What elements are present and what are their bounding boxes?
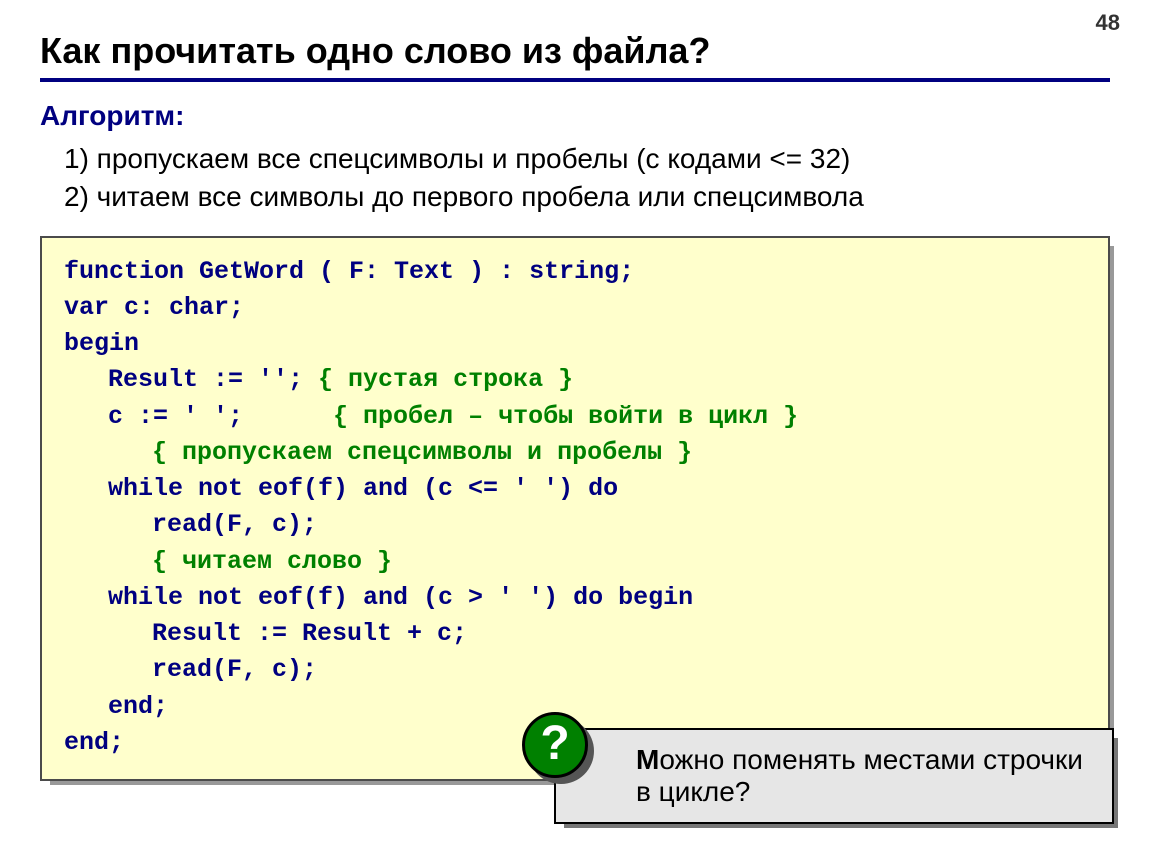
title-underline	[40, 78, 1110, 82]
code-line: while not eof(f) and (c <= ' ') do	[64, 471, 1086, 507]
algo-list: 1) пропускаем все спецсимволы и пробелы …	[64, 140, 1110, 216]
callout-bold: М	[636, 744, 659, 775]
code-box: function GetWord ( F: Text ) : string; v…	[40, 236, 1110, 782]
code-line: begin	[64, 326, 1086, 362]
question-mark-icon: ?	[522, 712, 588, 778]
code-comment: { пробел – чтобы войти в цикл }	[333, 402, 798, 431]
callout-box: ? Можно поменять местами строчки в цикле…	[554, 728, 1114, 824]
code-comment: { пропускаем спецсимволы и пробелы }	[64, 435, 1086, 471]
algo-heading: Алгоритм:	[40, 100, 1110, 132]
code-line: read(F, c);	[64, 507, 1086, 543]
code-comment: { читаем слово }	[64, 544, 1086, 580]
code-block: function GetWord ( F: Text ) : string; v…	[40, 236, 1110, 782]
callout-icon-wrap: ?	[522, 712, 588, 778]
code-text: Result := '';	[108, 365, 318, 394]
question-callout: ? Можно поменять местами строчки в цикле…	[554, 728, 1114, 824]
code-line: Result := Result + c;	[64, 616, 1086, 652]
page-number: 48	[1096, 10, 1120, 36]
algo-item-1: 1) пропускаем все спецсимволы и пробелы …	[64, 140, 1110, 178]
slide-content: Как прочитать одно слово из файла? Алгор…	[0, 0, 1150, 781]
code-comment: { пустая строка }	[318, 365, 573, 394]
code-line: while not eof(f) and (c > ' ') do begin	[64, 580, 1086, 616]
code-line: Result := ''; { пустая строка }	[64, 362, 1086, 398]
code-text: c := ' ';	[108, 402, 333, 431]
code-line: var c: char;	[64, 290, 1086, 326]
code-line: c := ' '; { пробел – чтобы войти в цикл …	[64, 399, 1086, 435]
code-line: read(F, c);	[64, 652, 1086, 688]
callout-text: Можно поменять местами строчки в цикле?	[636, 744, 1083, 807]
slide-title: Как прочитать одно слово из файла?	[40, 30, 1110, 72]
algo-item-2: 2) читаем все символы до первого пробела…	[64, 178, 1110, 216]
callout-rest: ожно поменять местами строчки в цикле?	[636, 744, 1083, 807]
code-line: function GetWord ( F: Text ) : string;	[64, 254, 1086, 290]
